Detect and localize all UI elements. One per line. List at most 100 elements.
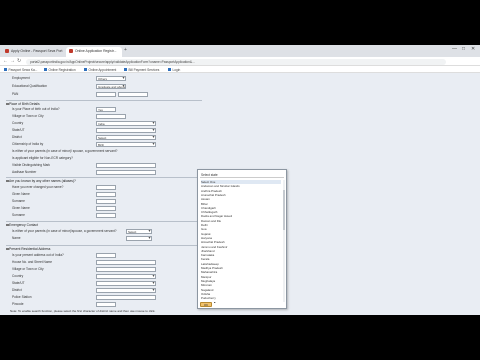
form-row: Is your present address out of India? — [6, 252, 202, 258]
field-label: Is your present address out of India? — [12, 253, 64, 257]
bookmark-label: Bill Payment Services — [128, 67, 160, 72]
forward-icon[interactable]: → — [10, 58, 15, 64]
form-note: Note: To enable search function, please … — [10, 309, 156, 313]
govt-servant-select[interactable]: Select — [126, 228, 152, 234]
field-label: Pincode — [12, 302, 24, 306]
state-select[interactable] — [96, 127, 156, 133]
field-label: Name — [12, 236, 21, 240]
site-icon — [5, 49, 9, 54]
pan-input-2[interactable] — [118, 91, 148, 97]
site-icon — [69, 49, 73, 54]
form-row: District — [6, 287, 202, 293]
mark-input[interactable] — [96, 162, 156, 168]
section-title: Are you known by any other names (aliase… — [9, 179, 76, 184]
url-input[interactable]: portal2.passportindia.gov.in/AppOnlinePr… — [26, 58, 446, 65]
screen: Apply Online - Passport Seva Port Online… — [0, 45, 480, 315]
address-state-select[interactable] — [96, 280, 156, 286]
list-item[interactable]: Puducherry — [201, 296, 281, 300]
field-label: Citizenship of India by — [12, 142, 44, 146]
citizenship-select[interactable]: Birth — [96, 141, 156, 147]
address-abroad-field[interactable] — [96, 252, 116, 258]
tab-bar: Apply Online - Passport Seva Port Online… — [0, 45, 480, 57]
field-label: Given Name — [12, 206, 30, 210]
birth-city-input[interactable] — [96, 113, 126, 119]
bookmark-item[interactable]: Passport Sewa Ka... — [4, 68, 37, 72]
form-row: Pincode — [6, 301, 202, 307]
street-input[interactable] — [96, 259, 156, 265]
tab-apply-online[interactable]: Apply Online - Passport Seva Port — [2, 47, 66, 57]
bookmark-item[interactable]: Online Registration — [44, 68, 76, 72]
new-tab-button[interactable]: + — [124, 47, 127, 53]
field-value: Yes — [98, 107, 103, 112]
tab-label: Apply Online - Passport Seva Port — [11, 49, 63, 53]
maximize-button[interactable]: □ — [462, 46, 465, 52]
form-row: Police Station — [6, 294, 202, 300]
form-row: Country — [6, 273, 202, 279]
field-label: District — [12, 288, 22, 292]
field-label: Educational Qualification — [12, 84, 48, 88]
field-label: Country — [12, 274, 24, 278]
field-label: Surname — [12, 213, 25, 217]
form-row: State/UT — [6, 127, 202, 133]
address-district-select[interactable] — [96, 287, 156, 293]
bookmark-item[interactable]: Online Appointment — [84, 68, 116, 72]
section-header: Present Residential Address — [6, 245, 202, 251]
popup-header: Select state — [200, 172, 284, 178]
alias-surname-input[interactable] — [96, 198, 116, 204]
form-row: Is either of your parents (in case of mi… — [6, 148, 202, 154]
close-button[interactable]: ✕ — [471, 46, 475, 52]
form-row: Aadhaar Number — [6, 169, 202, 175]
scrollbar-thumb[interactable] — [282, 190, 285, 230]
form-row: Name — [6, 235, 202, 241]
field-label: Employment — [12, 76, 30, 80]
birth-abroad-field[interactable]: Yes — [96, 106, 116, 112]
education-select[interactable]: Graduate and above — [96, 83, 126, 89]
alias-given-name-input[interactable] — [96, 191, 116, 197]
pan-input[interactable] — [96, 91, 116, 97]
country-select[interactable]: India — [96, 120, 156, 126]
field-label: District — [12, 135, 22, 139]
form-row: Village or Town or City — [6, 266, 202, 272]
police-station-input[interactable] — [96, 294, 156, 300]
back-icon[interactable]: ← — [3, 58, 8, 64]
name-changed-field[interactable] — [96, 184, 116, 190]
field-value: Birth — [98, 142, 105, 147]
field-label: Aadhaar Number — [12, 170, 37, 174]
pincode-input[interactable] — [96, 301, 116, 307]
bookmark-icon — [44, 68, 47, 72]
address-bar-row: ← → ↻ portal2.passportindia.gov.in/AppOn… — [0, 57, 480, 66]
employment-select[interactable]: Others — [96, 75, 126, 81]
field-label: Visible Distinguishing Mark — [12, 163, 51, 167]
field-label: Police Station — [12, 295, 32, 299]
form-row: Educational Qualification Graduate and a… — [6, 83, 202, 89]
form-row: Given Name — [6, 205, 202, 211]
district-select[interactable]: Select — [96, 134, 156, 140]
bookmarks-bar: Passport Sewa Ka... Online Registration … — [0, 66, 480, 73]
bookmark-label: Online Appointment — [88, 67, 117, 72]
bookmark-item[interactable]: Login — [168, 68, 180, 72]
field-label: Is your Place of birth out of India? — [12, 107, 60, 111]
field-label: Given Name — [12, 192, 30, 196]
form-row: House No. and Street Name — [6, 259, 202, 265]
tab-online-registration[interactable]: Online Application Registr... — [66, 47, 122, 57]
popup-scrollbar[interactable] — [282, 180, 285, 302]
prev-given-name-input[interactable] — [96, 205, 116, 211]
city-input[interactable] — [96, 266, 156, 272]
address-country-select[interactable] — [96, 273, 156, 279]
form-row: Village or Town or City — [6, 113, 202, 119]
field-label: PAN — [12, 92, 19, 96]
minimize-button[interactable]: — — [452, 46, 457, 52]
prev-surname-input[interactable] — [96, 212, 116, 218]
aadhaar-input[interactable] — [96, 169, 156, 175]
form-row: Is applicant eligible for Non-ECR catego… — [6, 155, 202, 161]
ok-button[interactable]: OK — [200, 302, 212, 307]
form-row: Surname — [6, 212, 202, 218]
tab-label: Online Application Registr... — [75, 49, 117, 53]
page-content: Employment Others Educational Qualificat… — [0, 73, 480, 315]
bookmark-item[interactable]: Bill Payment Services — [124, 68, 159, 72]
field-value: Select — [98, 135, 107, 140]
reload-icon[interactable]: ↻ — [17, 58, 21, 64]
contact-name-select[interactable] — [126, 235, 152, 241]
form-row: Have you ever changed your name? — [6, 184, 202, 190]
form-row: Is your Place of birth out of India? Yes — [6, 106, 202, 112]
